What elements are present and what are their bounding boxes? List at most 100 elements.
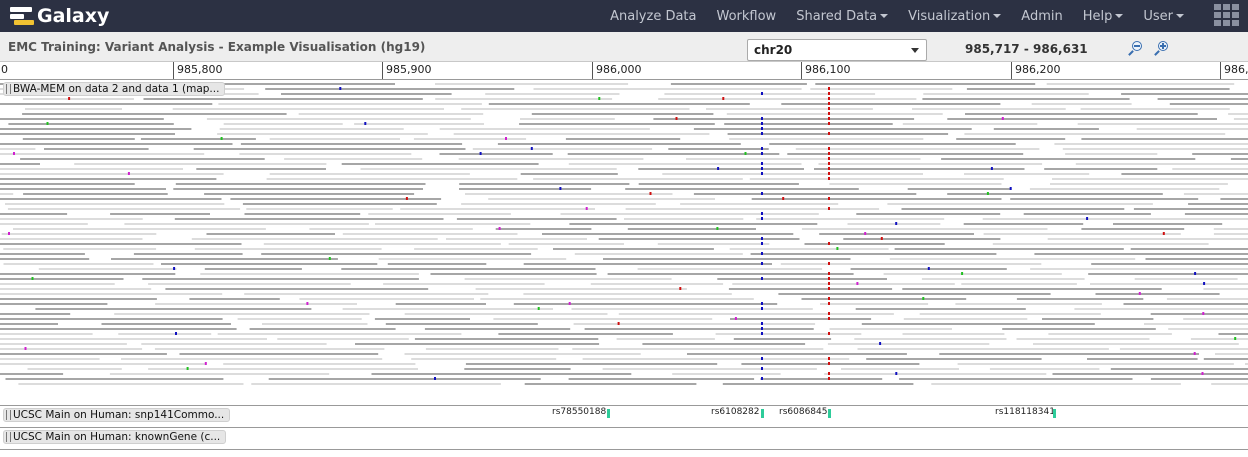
read[interactable] xyxy=(815,83,1036,85)
nav-workflow[interactable]: Workflow xyxy=(717,9,777,24)
read[interactable] xyxy=(961,283,1077,285)
read[interactable] xyxy=(787,153,1024,155)
read[interactable] xyxy=(1054,143,1248,145)
read[interactable] xyxy=(902,123,1038,125)
read[interactable] xyxy=(693,193,917,195)
read[interactable] xyxy=(0,318,223,320)
read[interactable] xyxy=(459,188,592,190)
read[interactable] xyxy=(35,308,312,310)
read[interactable] xyxy=(1172,168,1248,170)
read[interactable] xyxy=(1183,318,1248,320)
read[interactable] xyxy=(1029,188,1220,190)
read[interactable] xyxy=(453,133,710,135)
read[interactable] xyxy=(204,193,415,195)
read[interactable] xyxy=(262,323,368,325)
read[interactable] xyxy=(354,123,484,125)
read[interactable] xyxy=(760,378,883,380)
read[interactable] xyxy=(883,273,1062,275)
read[interactable] xyxy=(801,298,967,300)
read[interactable] xyxy=(464,278,672,280)
read[interactable] xyxy=(298,113,484,115)
read[interactable] xyxy=(921,278,1085,280)
read[interactable] xyxy=(1050,183,1228,185)
read[interactable] xyxy=(1075,163,1248,165)
read[interactable] xyxy=(638,168,804,170)
read[interactable] xyxy=(13,228,266,230)
read[interactable] xyxy=(624,218,744,220)
read[interactable] xyxy=(383,283,545,285)
read[interactable] xyxy=(855,308,1026,310)
read[interactable] xyxy=(3,248,157,250)
read[interactable] xyxy=(903,318,1028,320)
read[interactable] xyxy=(493,318,713,320)
read[interactable] xyxy=(520,173,618,175)
read[interactable] xyxy=(1220,198,1248,200)
read[interactable] xyxy=(0,253,85,255)
read[interactable] xyxy=(814,168,1025,170)
read[interactable] xyxy=(1113,223,1223,225)
read[interactable] xyxy=(567,153,780,155)
read[interactable] xyxy=(1150,378,1248,380)
read[interactable] xyxy=(931,383,1181,385)
read[interactable] xyxy=(244,213,361,215)
read[interactable] xyxy=(0,198,222,200)
read[interactable] xyxy=(715,333,862,335)
read[interactable] xyxy=(0,338,268,340)
read[interactable] xyxy=(989,368,1100,370)
read[interactable] xyxy=(414,338,599,340)
read[interactable] xyxy=(769,143,1016,145)
nav-shared-data[interactable]: Shared Data xyxy=(796,9,889,24)
read[interactable] xyxy=(508,243,624,245)
read[interactable] xyxy=(531,113,714,115)
read[interactable] xyxy=(728,288,893,290)
read[interactable] xyxy=(154,348,385,350)
read[interactable] xyxy=(240,143,463,145)
snp-feature-label[interactable]: rs78550188 xyxy=(552,407,606,417)
read[interactable] xyxy=(435,83,629,85)
read[interactable] xyxy=(387,263,487,265)
snp-feature-label[interactable]: rs118118341 xyxy=(995,407,1055,417)
read[interactable] xyxy=(0,163,40,165)
read[interactable] xyxy=(284,158,423,160)
read[interactable] xyxy=(1230,158,1248,160)
read[interactable] xyxy=(269,173,470,175)
read[interactable] xyxy=(1065,153,1158,155)
read[interactable] xyxy=(1190,338,1248,340)
read[interactable] xyxy=(804,243,945,245)
read[interactable] xyxy=(413,138,527,140)
read[interactable] xyxy=(955,303,1102,305)
read[interactable] xyxy=(374,318,470,320)
read[interactable] xyxy=(0,283,115,285)
read[interactable] xyxy=(378,258,567,260)
read[interactable] xyxy=(172,108,444,110)
read[interactable] xyxy=(0,183,135,185)
read[interactable] xyxy=(590,283,724,285)
read[interactable] xyxy=(1091,263,1248,265)
read[interactable] xyxy=(1215,353,1248,355)
read[interactable] xyxy=(472,148,653,150)
read[interactable] xyxy=(827,343,990,345)
read[interactable] xyxy=(464,368,571,370)
read[interactable] xyxy=(1030,268,1248,270)
read[interactable] xyxy=(0,303,108,305)
read[interactable] xyxy=(854,338,1007,340)
read[interactable] xyxy=(203,83,395,85)
read[interactable] xyxy=(101,323,232,325)
read[interactable] xyxy=(668,148,769,150)
read[interactable] xyxy=(404,353,641,355)
read[interactable] xyxy=(1052,178,1248,180)
read[interactable] xyxy=(261,253,532,255)
read[interactable] xyxy=(194,248,382,250)
read[interactable] xyxy=(0,343,127,345)
read[interactable] xyxy=(847,223,941,225)
read[interactable] xyxy=(223,123,343,125)
read[interactable] xyxy=(1095,293,1220,295)
read[interactable] xyxy=(1228,113,1248,115)
read[interactable] xyxy=(941,158,1196,160)
read[interactable] xyxy=(375,223,531,225)
read[interactable] xyxy=(1233,118,1248,120)
read[interactable] xyxy=(475,288,687,290)
read[interactable] xyxy=(1042,318,1154,320)
read[interactable] xyxy=(533,88,802,90)
read[interactable] xyxy=(23,193,168,195)
